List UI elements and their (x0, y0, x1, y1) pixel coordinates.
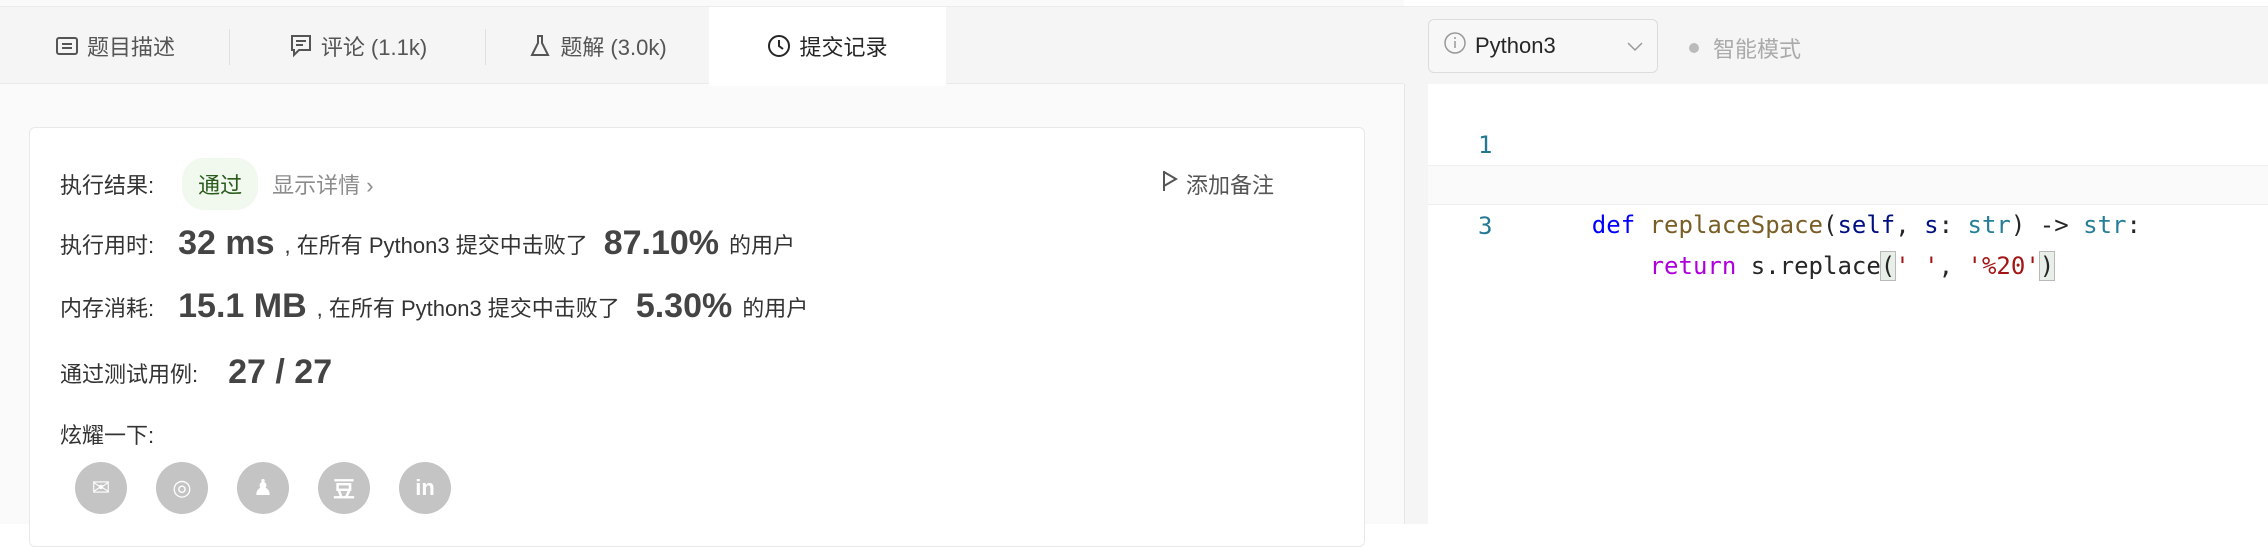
memory-text: , 在所有 Python3 提交中击败了 (316, 295, 620, 321)
result-row: 执行结果: 通过 显示详情 › (60, 158, 374, 210)
language-select[interactable]: Python3 (1428, 19, 1658, 73)
flag-icon (1162, 169, 1178, 199)
add-note-label: 添加备注 (1185, 173, 1274, 198)
runtime-percentile: 87.10% (603, 224, 720, 262)
code-editor[interactable]: 1 class Solution: 2 def replaceSpace(sel… (1428, 84, 2268, 524)
submission-panel: 题目描述 评论 (1.1k) 题解 (3.0k) 提交记录 执行结果: 通过 显… (0, 0, 1404, 547)
tab-label: 评论 (1.1k) (320, 35, 428, 60)
tests-row: 通过测试用例: 27 / 27 (60, 353, 342, 392)
tests-label: 通过测试用例: (60, 361, 199, 387)
share-row: 炫耀一下: (60, 418, 154, 450)
tab-bar: 题目描述 评论 (1.1k) 题解 (3.0k) 提交记录 (0, 6, 1404, 86)
show-details-link[interactable]: 显示详情 › (272, 168, 373, 200)
wechat-icon[interactable]: ✉ (75, 462, 127, 514)
code-line-current: 3 return s.replace(' ', '%20') (1428, 165, 2268, 281)
description-icon (55, 34, 79, 58)
line-number: 3 (1478, 212, 1493, 240)
memory-row: 内存消耗: 15.1 MB , 在所有 Python3 提交中击败了 5.30%… (60, 287, 808, 326)
memory-label: 内存消耗: (60, 295, 155, 321)
share-buttons: ✉ ◎ ♟ 豆 in (75, 462, 451, 514)
chevron-down-icon (1627, 36, 1643, 57)
douban-icon[interactable]: 豆 (318, 462, 370, 514)
linkedin-icon[interactable]: in (399, 462, 451, 514)
comment-icon (289, 34, 313, 58)
tab-label: 提交记录 (799, 35, 888, 60)
smart-mode-label: 智能模式 (1713, 37, 1802, 62)
runtime-value: 32 ms (178, 224, 275, 262)
flask-icon (528, 34, 552, 58)
runtime-suffix: 的用户 (729, 232, 796, 258)
result-label: 执行结果: (60, 173, 155, 198)
smart-mode-toggle[interactable]: 智能模式 (1689, 32, 1801, 64)
add-note-button[interactable]: 添加备注 (1162, 168, 1274, 200)
tab-label: 题解 (3.0k) (560, 35, 667, 60)
clock-icon (767, 34, 791, 58)
tab-solutions[interactable]: 题解 (3.0k) (486, 7, 709, 85)
memory-percentile: 5.30% (635, 287, 733, 325)
tab-submissions[interactable]: 提交记录 (709, 7, 946, 86)
editor-toolbar: Python3 智能模式 (1404, 6, 2268, 84)
tab-label: 题目描述 (86, 35, 175, 60)
share-label: 炫耀一下: (60, 423, 155, 448)
runtime-label: 执行用时: (60, 232, 155, 258)
dot-icon (1689, 43, 1699, 53)
memory-suffix: 的用户 (742, 295, 809, 321)
language-value: Python3 (1475, 33, 1556, 58)
memory-value: 15.1 MB (178, 287, 307, 325)
status-badge: 通过 (182, 158, 259, 210)
tab-description[interactable]: 题目描述 (0, 7, 230, 85)
info-icon (1443, 31, 1467, 61)
weibo-icon[interactable]: ◎ (156, 462, 208, 514)
tests-value: 27 / 27 (228, 353, 333, 391)
code-line: 2 def replaceSpace(self, s: str) -> str: (1428, 125, 2268, 239)
qq-icon[interactable]: ♟ (237, 462, 289, 514)
submission-result-card: 执行结果: 通过 显示详情 › 添加备注 执行用时: 32 ms , 在所有 P… (29, 127, 1365, 547)
runtime-row: 执行用时: 32 ms , 在所有 Python3 提交中击败了 87.10% … (60, 224, 795, 263)
panel-splitter[interactable] (1404, 84, 1428, 524)
tab-comments[interactable]: 评论 (1.1k) (230, 7, 486, 85)
code-line: 1 class Solution: (1428, 85, 2268, 199)
runtime-text: , 在所有 Python3 提交中击败了 (284, 232, 588, 258)
